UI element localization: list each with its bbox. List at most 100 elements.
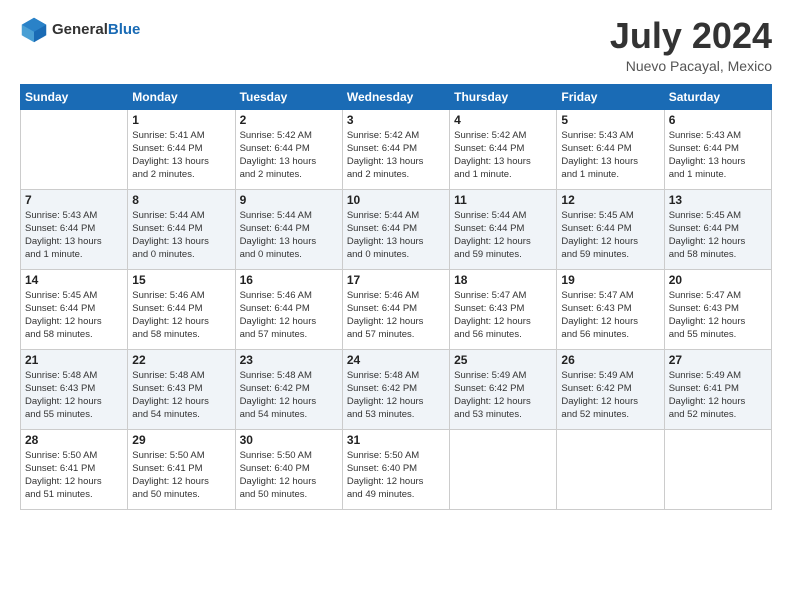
day-number: 2 (240, 113, 338, 127)
day-number: 9 (240, 193, 338, 207)
col-sunday: Sunday (21, 84, 128, 109)
day-number: 3 (347, 113, 445, 127)
day-info: Sunrise: 5:47 AMSunset: 6:43 PMDaylight:… (561, 289, 659, 342)
table-row: 30 Sunrise: 5:50 AMSunset: 6:40 PMDayligh… (235, 429, 342, 509)
table-row: 16 Sunrise: 5:46 AMSunset: 6:44 PMDayligh… (235, 269, 342, 349)
day-info: Sunrise: 5:44 AMSunset: 6:44 PMDaylight:… (240, 209, 338, 262)
col-tuesday: Tuesday (235, 84, 342, 109)
day-info: Sunrise: 5:44 AMSunset: 6:44 PMDaylight:… (347, 209, 445, 262)
table-row: 3Sunrise: 5:42 AMSunset: 6:44 PMDaylight… (342, 109, 449, 189)
day-number: 30 (240, 433, 338, 447)
day-info: Sunrise: 5:46 AMSunset: 6:44 PMDaylight:… (347, 289, 445, 342)
table-row: 31 Sunrise: 5:50 AMSunset: 6:40 PMDayligh… (342, 429, 449, 509)
day-number: 20 (669, 273, 767, 287)
day-number: 13 (669, 193, 767, 207)
day-info: Sunrise: 5:41 AMSunset: 6:44 PMDaylight:… (132, 129, 230, 182)
calendar-week-row: 21 Sunrise: 5:48 AMSunset: 6:43 PMDayligh… (21, 349, 772, 429)
table-row: 1 Sunrise: 5:41 AMSunset: 6:44 PMDaylight… (128, 109, 235, 189)
day-number: 5 (561, 113, 659, 127)
day-info: Sunrise: 5:43 AMSunset: 6:44 PMDaylight:… (25, 209, 123, 262)
day-info: Sunrise: 5:43 AMSunset: 6:44 PMDaylight:… (669, 129, 767, 182)
table-row: 8 Sunrise: 5:44 AMSunset: 6:44 PMDaylight… (128, 189, 235, 269)
day-info: Sunrise: 5:45 AMSunset: 6:44 PMDaylight:… (561, 209, 659, 262)
day-info: Sunrise: 5:46 AMSunset: 6:44 PMDaylight:… (240, 289, 338, 342)
day-info: Sunrise: 5:48 AMSunset: 6:42 PMDaylight:… (347, 369, 445, 422)
day-info: Sunrise: 5:45 AMSunset: 6:44 PMDaylight:… (669, 209, 767, 262)
day-number: 23 (240, 353, 338, 367)
day-info: Sunrise: 5:49 AMSunset: 6:41 PMDaylight:… (669, 369, 767, 422)
table-row (21, 109, 128, 189)
day-info: Sunrise: 5:47 AMSunset: 6:43 PMDaylight:… (669, 289, 767, 342)
day-number: 7 (25, 193, 123, 207)
day-number: 15 (132, 273, 230, 287)
col-monday: Monday (128, 84, 235, 109)
col-thursday: Thursday (450, 84, 557, 109)
day-number: 6 (669, 113, 767, 127)
calendar-header-row: Sunday Monday Tuesday Wednesday Thursday… (21, 84, 772, 109)
table-row: 7 Sunrise: 5:43 AMSunset: 6:44 PMDaylight… (21, 189, 128, 269)
table-row: 29 Sunrise: 5:50 AMSunset: 6:41 PMDayligh… (128, 429, 235, 509)
day-info: Sunrise: 5:50 AMSunset: 6:40 PMDaylight:… (347, 449, 445, 502)
logo: GeneralBlue (20, 16, 140, 44)
day-info: Sunrise: 5:42 AMSunset: 6:44 PMDaylight:… (454, 129, 552, 182)
calendar-week-row: 14 Sunrise: 5:45 AMSunset: 6:44 PMDayligh… (21, 269, 772, 349)
day-number: 29 (132, 433, 230, 447)
day-number: 8 (132, 193, 230, 207)
table-row: 17 Sunrise: 5:46 AMSunset: 6:44 PMDayligh… (342, 269, 449, 349)
day-info: Sunrise: 5:45 AMSunset: 6:44 PMDaylight:… (25, 289, 123, 342)
table-row: 10 Sunrise: 5:44 AMSunset: 6:44 PMDayligh… (342, 189, 449, 269)
header: GeneralBlue July 2024 Nuevo Pacayal, Mex… (20, 16, 772, 74)
day-number: 21 (25, 353, 123, 367)
table-row: 2 Sunrise: 5:42 AMSunset: 6:44 PMDaylight… (235, 109, 342, 189)
day-info: Sunrise: 5:46 AMSunset: 6:44 PMDaylight:… (132, 289, 230, 342)
day-number: 17 (347, 273, 445, 287)
day-number: 10 (347, 193, 445, 207)
table-row: 6 Sunrise: 5:43 AMSunset: 6:44 PMDaylight… (664, 109, 771, 189)
title-block: July 2024 Nuevo Pacayal, Mexico (610, 16, 772, 74)
logo-text: GeneralBlue (52, 22, 140, 39)
table-row: 25Sunrise: 5:49 AMSunset: 6:42 PMDayligh… (450, 349, 557, 429)
col-friday: Friday (557, 84, 664, 109)
table-row: 4Sunrise: 5:42 AMSunset: 6:44 PMDaylight… (450, 109, 557, 189)
table-row: 24 Sunrise: 5:48 AMSunset: 6:42 PMDayligh… (342, 349, 449, 429)
day-number: 14 (25, 273, 123, 287)
day-number: 24 (347, 353, 445, 367)
day-info: Sunrise: 5:50 AMSunset: 6:40 PMDaylight:… (240, 449, 338, 502)
day-number: 16 (240, 273, 338, 287)
day-info: Sunrise: 5:43 AMSunset: 6:44 PMDaylight:… (561, 129, 659, 182)
col-wednesday: Wednesday (342, 84, 449, 109)
day-info: Sunrise: 5:48 AMSunset: 6:42 PMDaylight:… (240, 369, 338, 422)
day-number: 26 (561, 353, 659, 367)
calendar-week-row: 7 Sunrise: 5:43 AMSunset: 6:44 PMDaylight… (21, 189, 772, 269)
logo-general: General (52, 21, 108, 38)
table-row: 11Sunrise: 5:44 AMSunset: 6:44 PMDayligh… (450, 189, 557, 269)
day-info: Sunrise: 5:47 AMSunset: 6:43 PMDaylight:… (454, 289, 552, 342)
day-info: Sunrise: 5:50 AMSunset: 6:41 PMDaylight:… (132, 449, 230, 502)
table-row: 5 Sunrise: 5:43 AMSunset: 6:44 PMDaylight… (557, 109, 664, 189)
table-row: 12 Sunrise: 5:45 AMSunset: 6:44 PMDayligh… (557, 189, 664, 269)
day-info: Sunrise: 5:49 AMSunset: 6:42 PMDaylight:… (561, 369, 659, 422)
day-number: 12 (561, 193, 659, 207)
logo-icon (20, 16, 48, 44)
table-row: 14 Sunrise: 5:45 AMSunset: 6:44 PMDayligh… (21, 269, 128, 349)
day-number: 25 (454, 353, 552, 367)
day-info: Sunrise: 5:44 AMSunset: 6:44 PMDaylight:… (454, 209, 552, 262)
logo-blue: Blue (108, 21, 141, 38)
day-info: Sunrise: 5:48 AMSunset: 6:43 PMDaylight:… (25, 369, 123, 422)
day-number: 18 (454, 273, 552, 287)
table-row: 26 Sunrise: 5:49 AMSunset: 6:42 PMDayligh… (557, 349, 664, 429)
table-row (557, 429, 664, 509)
day-info: Sunrise: 5:48 AMSunset: 6:43 PMDaylight:… (132, 369, 230, 422)
day-number: 22 (132, 353, 230, 367)
day-number: 31 (347, 433, 445, 447)
table-row: 15 Sunrise: 5:46 AMSunset: 6:44 PMDayligh… (128, 269, 235, 349)
table-row: 13 Sunrise: 5:45 AMSunset: 6:44 PMDayligh… (664, 189, 771, 269)
table-row: 21 Sunrise: 5:48 AMSunset: 6:43 PMDayligh… (21, 349, 128, 429)
day-info: Sunrise: 5:42 AMSunset: 6:44 PMDaylight:… (240, 129, 338, 182)
table-row: 27Sunrise: 5:49 AMSunset: 6:41 PMDayligh… (664, 349, 771, 429)
day-info: Sunrise: 5:44 AMSunset: 6:44 PMDaylight:… (132, 209, 230, 262)
table-row: 19 Sunrise: 5:47 AMSunset: 6:43 PMDayligh… (557, 269, 664, 349)
day-number: 19 (561, 273, 659, 287)
day-number: 1 (132, 113, 230, 127)
table-row: 18 Sunrise: 5:47 AMSunset: 6:43 PMDayligh… (450, 269, 557, 349)
